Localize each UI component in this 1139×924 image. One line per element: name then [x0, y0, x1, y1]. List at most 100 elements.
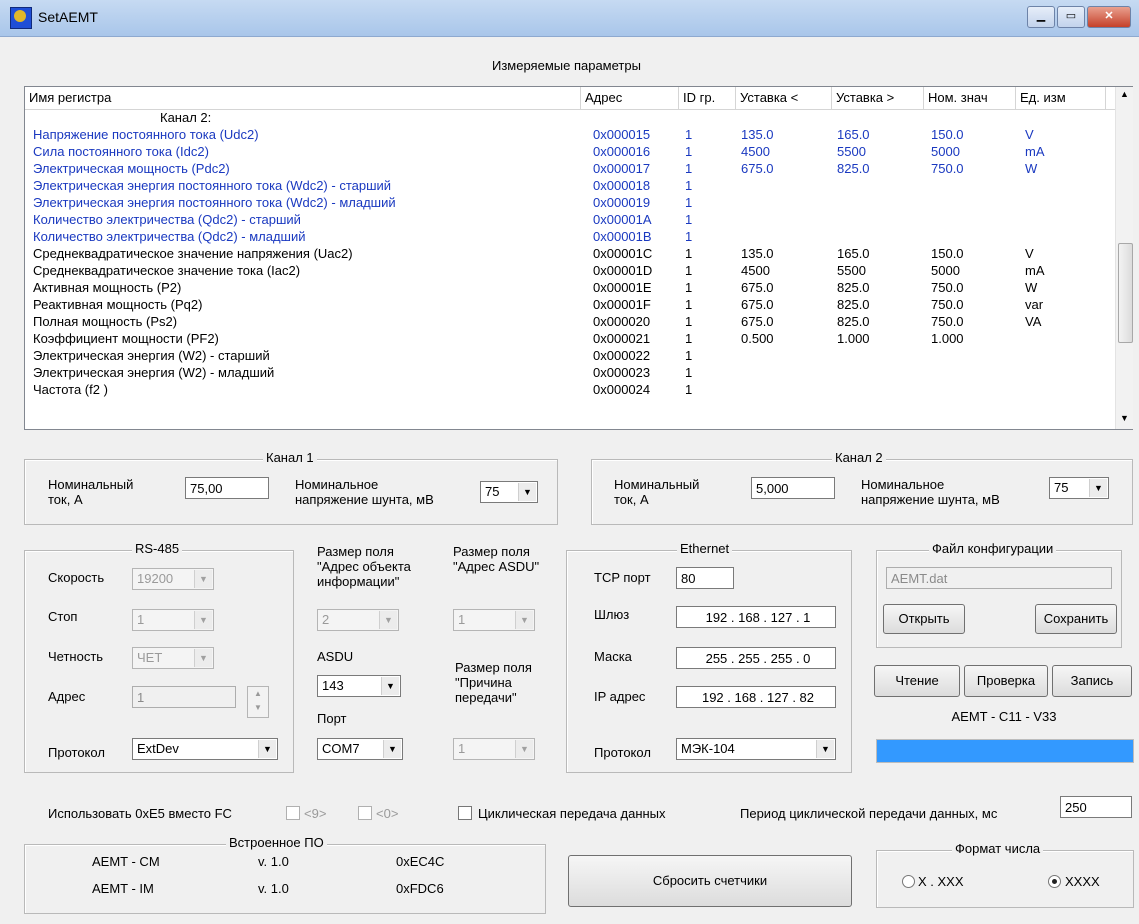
cell-id: 1 — [685, 144, 693, 159]
tcp-port-input[interactable]: 80 — [676, 567, 734, 589]
table-row[interactable]: Количество электричества (Qdc2) - младши… — [25, 228, 1110, 245]
cause-size-label: Размер поля "Причина передачи" — [455, 660, 532, 705]
chevron-down-icon[interactable]: ▼ — [381, 677, 399, 695]
format-integer-label: XXXX — [1065, 874, 1100, 889]
channel2-current-input[interactable]: 5,000 — [751, 477, 835, 499]
opt9-label: <9> — [304, 806, 327, 821]
asdu-size-select[interactable]: 1 ▼ — [453, 609, 535, 631]
spin-down-icon[interactable]: ▼ — [248, 701, 268, 715]
save-button[interactable]: Сохранить — [1035, 604, 1117, 634]
chevron-down-icon: ▼ — [515, 611, 533, 629]
spin-up-icon[interactable]: ▲ — [248, 687, 268, 701]
format-xxxx-radio[interactable] — [1048, 875, 1061, 888]
parity-select[interactable]: ЧЕТ ▼ — [132, 647, 214, 669]
col-header-nominal[interactable]: Ном. знач — [924, 87, 1016, 109]
config-file-input[interactable]: AEMT.dat — [886, 567, 1112, 589]
title-bar[interactable]: SetAEMT ▁ ▭ ✕ — [0, 0, 1139, 37]
channel1-title: Канал 1 — [263, 450, 317, 465]
close-button[interactable]: ✕ — [1087, 6, 1131, 28]
channel1-shunt-select[interactable]: 75 ▼ — [480, 481, 538, 503]
cell-addr: 0x000015 — [593, 127, 651, 142]
chevron-down-icon[interactable]: ▼ — [383, 740, 401, 758]
gateway-input[interactable]: 192 . 168 . 127 . 1 — [676, 606, 836, 628]
cell-nom: 5000 — [931, 263, 960, 278]
asdu-select[interactable]: 143 ▼ — [317, 675, 401, 697]
chevron-down-icon[interactable]: ▼ — [518, 483, 536, 501]
table-row[interactable]: Полная мощность (Ps2) 0x000020 1 675.0 825.0… — [25, 313, 1110, 330]
address-spinner[interactable]: ▲ ▼ — [247, 686, 269, 718]
opt9-checkbox[interactable] — [286, 806, 300, 820]
read-button[interactable]: Чтение — [874, 665, 960, 697]
list-scrollbar[interactable]: ▲ ▼ — [1115, 87, 1133, 429]
table-row[interactable]: Коэффициент мощности (PF2) 0x000021 1 0.500… — [25, 330, 1110, 347]
table-row[interactable]: Количество электричества (Qdc2) - старши… — [25, 211, 1110, 228]
scroll-up-icon[interactable]: ▲ — [1120, 89, 1129, 99]
port-select[interactable]: COM7 ▼ — [317, 738, 403, 760]
ip-input[interactable]: 192 . 168 . 127 . 82 — [676, 686, 836, 708]
col-header-unit[interactable]: Ед. изм — [1016, 87, 1106, 109]
cell-addr: 0x00001D — [593, 263, 653, 278]
cell-id: 1 — [685, 195, 693, 210]
open-button[interactable]: Открыть — [883, 604, 965, 634]
rs485-protocol-select[interactable]: ExtDev ▼ — [132, 738, 278, 760]
col-header-min[interactable]: Уставка < — [736, 87, 832, 109]
table-row[interactable]: Среднеквадратическое значение напряжения… — [25, 245, 1110, 262]
mask-input[interactable]: 255 . 255 . 255 . 0 — [676, 647, 836, 669]
cell-nom: 750.0 — [931, 297, 964, 312]
cell-id: 1 — [685, 229, 693, 244]
period-input[interactable]: 250 — [1060, 796, 1132, 818]
port-value: COM7 — [322, 741, 360, 756]
cell-id: 1 — [685, 263, 693, 278]
reset-counters-button[interactable]: Сбросить счетчики — [568, 855, 852, 907]
params-list[interactable]: Имя регистра Адрес ID гр. Уставка < Уста… — [24, 86, 1133, 430]
port-label: Порт — [317, 711, 347, 726]
cyclic-checkbox[interactable] — [458, 806, 472, 820]
chevron-down-icon[interactable]: ▼ — [816, 740, 834, 758]
channel1-current-input[interactable]: 75,00 — [185, 477, 269, 499]
cell-id: 1 — [685, 246, 693, 261]
format-xxxx-decimal-radio[interactable] — [902, 875, 915, 888]
chevron-down-icon[interactable]: ▼ — [258, 740, 276, 758]
scroll-down-icon[interactable]: ▼ — [1120, 413, 1129, 423]
table-row[interactable]: Сила постоянного тока (Idc2) 0x000016 1 450… — [25, 143, 1110, 160]
cell-addr: 0x000021 — [593, 331, 651, 346]
chevron-down-icon: ▼ — [379, 611, 397, 629]
table-row[interactable]: Реактивная мощность (Pq2) 0x00001F 1 675.0 8… — [25, 296, 1110, 313]
col-header-name[interactable]: Имя регистра — [25, 87, 581, 109]
col-header-group[interactable]: ID гр. — [679, 87, 736, 109]
minimize-button[interactable]: ▁ — [1027, 6, 1055, 28]
table-row[interactable]: Активная мощность (P2) 0x00001E 1 675.0 825.… — [25, 279, 1110, 296]
address-input[interactable]: 1 — [132, 686, 236, 708]
speed-select[interactable]: 19200 ▼ — [132, 568, 214, 590]
channel2-shunt-select[interactable]: 75 ▼ — [1049, 477, 1109, 499]
table-row[interactable]: Частота (f2 ) 0x000024 1 — [25, 381, 1110, 398]
cell-name: Сила постоянного тока (Idc2) — [33, 144, 209, 159]
chevron-down-icon: ▼ — [515, 740, 533, 758]
cell-name: Количество электричества (Qdc2) - старши… — [33, 212, 301, 227]
stop-select[interactable]: 1 ▼ — [132, 609, 214, 631]
cell-addr: 0x00001C — [593, 246, 653, 261]
eth-protocol-select[interactable]: МЭК-104 ▼ — [676, 738, 836, 760]
col-header-max[interactable]: Уставка > — [832, 87, 924, 109]
table-row[interactable]: Электрическая энергия (W2) - старший 0x00… — [25, 347, 1110, 364]
eth-protocol-value: МЭК-104 — [681, 741, 735, 756]
table-row[interactable]: Электрическая энергия постоянного тока (… — [25, 177, 1110, 194]
ioa-size-select[interactable]: 2 ▼ — [317, 609, 399, 631]
number-format-title: Формат числа — [952, 841, 1044, 856]
col-header-address[interactable]: Адрес — [581, 87, 679, 109]
opt0-checkbox[interactable] — [358, 806, 372, 820]
table-row[interactable]: Электрическая мощность (Pdc2) 0x000017 1 67… — [25, 160, 1110, 177]
chevron-down-icon[interactable]: ▼ — [1089, 479, 1107, 497]
table-row[interactable]: Электрическая энергия постоянного тока (… — [25, 194, 1110, 211]
table-row[interactable]: Среднеквадратическое значение тока (Iac2… — [25, 262, 1110, 279]
maximize-button[interactable]: ▭ — [1057, 6, 1085, 28]
check-button[interactable]: Проверка — [964, 665, 1048, 697]
cause-size-select[interactable]: 1 ▼ — [453, 738, 535, 760]
table-row[interactable]: Напряжение постоянного тока (Udc2) 0x0000… — [25, 126, 1110, 143]
parity-label: Четность — [48, 649, 104, 664]
scroll-thumb[interactable] — [1118, 243, 1133, 343]
cell-id: 1 — [685, 212, 693, 227]
write-button[interactable]: Запись — [1052, 665, 1132, 697]
ethernet-title: Ethernet — [677, 541, 733, 556]
table-row[interactable]: Электрическая энергия (W2) - младший 0x00… — [25, 364, 1110, 381]
